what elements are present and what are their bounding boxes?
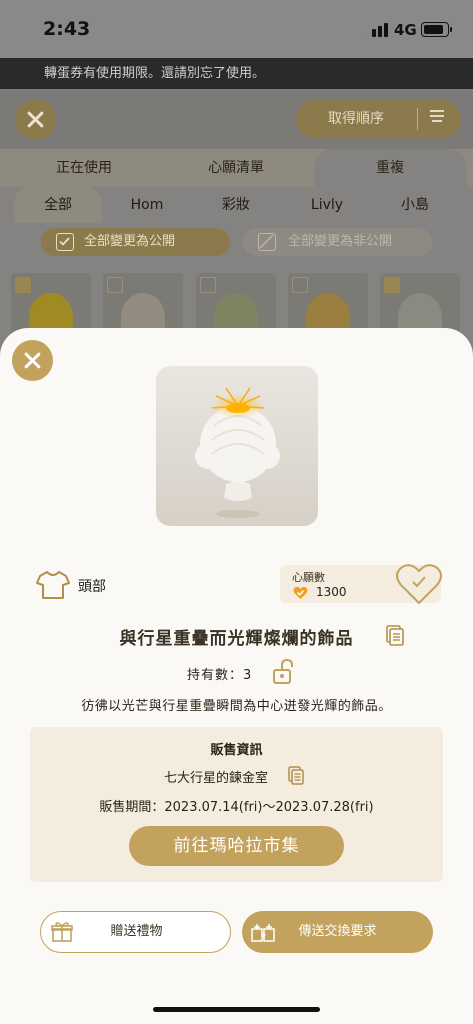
sale-info-panel: 販售資訊 七大行星的鍊金室 販售期間：2023.07.14(fri)～2023.… — [30, 727, 443, 882]
main-tabs: 正在使用 心願清單 重複 — [0, 149, 473, 187]
make-all-private-label: 全部變更為非公開 — [288, 234, 393, 249]
tab-wishlist[interactable]: 心願清單 — [180, 149, 292, 187]
tab-in-use[interactable]: 正在使用 — [28, 149, 140, 187]
private-mark-icon — [292, 277, 308, 293]
sort-order-label: 取得順序 — [328, 111, 384, 127]
subtab-island[interactable]: 小島 — [378, 187, 452, 223]
close-sheet-icon[interactable] — [12, 340, 53, 381]
checkbox-unchecked-icon — [258, 233, 276, 251]
network-type: 4G — [394, 21, 417, 39]
owned-count: 持有數：3 — [187, 668, 253, 683]
sort-order-button[interactable]: 取得順序 — [296, 100, 461, 138]
send-gift-label: 贈送禮物 — [110, 924, 163, 939]
item-preview-image — [156, 366, 318, 526]
status-bar: 2:43 4G — [0, 0, 473, 58]
make-all-private-button[interactable]: 全部變更為非公開 — [243, 228, 432, 256]
notice-banner: 轉蛋券有使用期限。還請別忘了使用。 — [0, 58, 473, 89]
category-label: 頭部 — [78, 579, 106, 595]
make-all-public-label: 全部變更為公開 — [84, 234, 176, 249]
sort-icon — [430, 110, 444, 128]
send-trade-request-label: 傳送交換要求 — [298, 924, 377, 939]
subtab-all[interactable]: 全部 — [14, 187, 102, 223]
private-mark-icon — [107, 277, 123, 293]
wish-count-label: 心願數 — [292, 571, 325, 584]
subtab-livly[interactable]: Livly — [288, 187, 366, 223]
tab-duplicates[interactable]: 重複 — [314, 149, 466, 187]
sale-info-title: 販售資訊 — [210, 743, 263, 758]
close-icon[interactable] — [15, 99, 56, 140]
make-all-public-button[interactable]: 全部變更為公開 — [41, 228, 230, 256]
send-trade-request-button[interactable]: 傳送交換要求 — [242, 911, 433, 953]
public-check-icon — [384, 277, 400, 293]
public-check-icon — [15, 277, 31, 293]
battery-icon — [421, 22, 452, 37]
private-mark-icon — [200, 277, 216, 293]
signal-icon — [366, 23, 388, 37]
subtab-hom[interactable]: Hom — [108, 187, 186, 223]
subtab-makeup[interactable]: 彩妝 — [196, 187, 276, 223]
shirt-icon — [36, 571, 70, 599]
bulk-actions: 全部變更為公開 全部變更為非公開 — [0, 223, 473, 263]
copy-icon[interactable] — [288, 766, 304, 785]
category-tabs: 全部 Hom 彩妝 Livly 小島 — [0, 187, 473, 223]
checkbox-checked-icon — [56, 233, 74, 251]
sale-period: 販售期間：2023.07.14(fri)～2023.07.28(fri) — [99, 800, 374, 815]
status-time: 2:43 — [43, 18, 91, 40]
wish-count-value: 1300 — [316, 585, 347, 599]
go-to-market-button[interactable]: 前往瑪哈拉市集 — [129, 826, 344, 866]
home-indicator[interactable] — [153, 1007, 320, 1012]
heart-badge-icon — [293, 586, 308, 599]
copy-icon[interactable] — [386, 625, 404, 646]
unlocked-padlock-icon[interactable] — [272, 659, 296, 685]
shop-name: 七大行星的鍊金室 — [164, 771, 269, 786]
item-description: 彷彿以光芒與行星重疊瞬間為中心迸發光輝的飾品。 — [81, 699, 392, 714]
send-gift-button[interactable]: 贈送禮物 — [40, 911, 231, 953]
wishlist-heart-icon[interactable] — [395, 562, 443, 606]
